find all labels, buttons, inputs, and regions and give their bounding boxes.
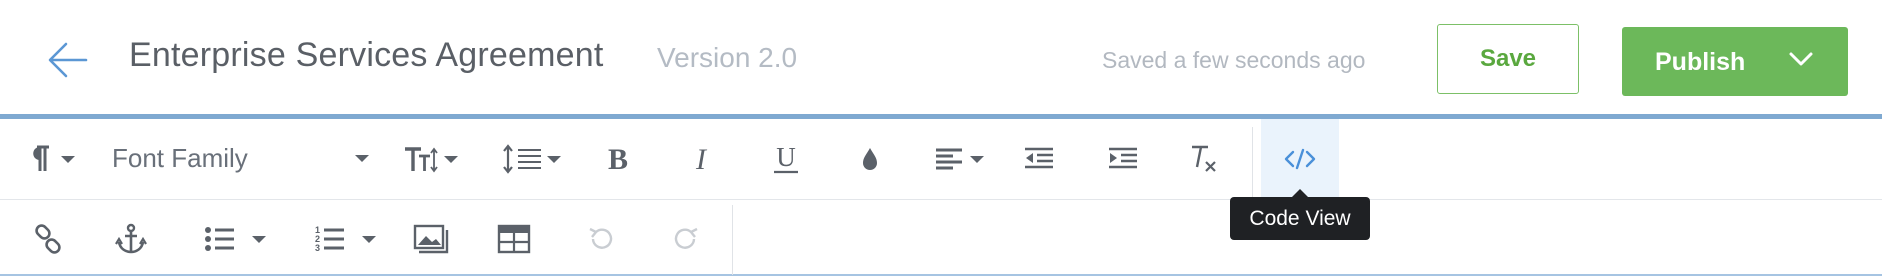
link-icon (35, 224, 61, 254)
chevron-down-icon[interactable] (1788, 49, 1814, 71)
save-button-label: Save (1479, 45, 1537, 72)
font-size-button[interactable] (400, 137, 460, 181)
chevron-down-icon (547, 155, 561, 163)
chevron-down-icon (61, 155, 75, 163)
toolbar-separator (732, 205, 733, 275)
svg-text:I: I (695, 144, 708, 174)
insert-image-button[interactable] (409, 217, 453, 261)
outdent-icon (1025, 147, 1053, 169)
arrow-left-icon (48, 42, 88, 78)
bullet-list-button[interactable] (196, 217, 274, 261)
version-label: Version 2.0 (657, 42, 798, 73)
code-view-icon (1284, 148, 1316, 170)
insert-table-button[interactable] (493, 217, 535, 261)
chevron-down-icon (970, 155, 984, 163)
paragraph-format-button[interactable] (20, 137, 82, 181)
clear-formatting-icon (1192, 145, 1216, 172)
redo-icon (674, 227, 698, 249)
font-family-label: Font Family (112, 143, 248, 173)
publish-button-label: Publish (1655, 48, 1746, 76)
link-button[interactable] (28, 217, 68, 261)
undo-button[interactable] (581, 217, 621, 261)
insert-image-icon (413, 224, 449, 254)
underline-icon: U (774, 143, 798, 174)
indent-icon (1109, 147, 1137, 169)
italic-icon: I (695, 144, 708, 174)
svg-text:B: B (608, 144, 628, 174)
toolbar-separator (1252, 127, 1253, 197)
chevron-down-icon (443, 155, 458, 163)
align-button[interactable] (928, 137, 990, 181)
svg-text:U: U (776, 143, 796, 172)
back-button[interactable] (44, 36, 92, 84)
document-title: Enterprise Services Agreement (129, 36, 604, 74)
paragraph-format-icon (33, 145, 49, 171)
numbered-list-button[interactable]: 1 2 3 (306, 217, 384, 261)
save-status: Saved a few seconds ago (1102, 47, 1366, 73)
indent-button[interactable] (1103, 137, 1143, 181)
line-height-button[interactable] (497, 137, 565, 181)
bold-button[interactable]: B (598, 137, 638, 181)
italic-button[interactable]: I (681, 137, 721, 181)
text-color-button[interactable] (850, 137, 890, 181)
publish-button[interactable]: Publish (1622, 27, 1848, 96)
undo-icon (589, 227, 613, 249)
numbered-list-icon: 1 2 3 (315, 225, 344, 253)
align-icon (936, 148, 962, 170)
chevron-down-icon (355, 155, 369, 162)
code-view-button[interactable] (1261, 119, 1339, 199)
insert-table-icon (497, 224, 531, 254)
font-size-icon (404, 147, 438, 173)
bullet-list-icon (205, 227, 234, 251)
font-family-dropdown[interactable]: Font Family (112, 135, 374, 181)
code-view-tooltip: Code View (1230, 197, 1370, 240)
outdent-button[interactable] (1019, 137, 1059, 181)
anchor-icon (115, 223, 147, 254)
underline-button[interactable]: U (766, 137, 806, 181)
toolbar-row-insert: 1 2 3 (0, 201, 1882, 279)
chevron-down-icon (362, 235, 376, 243)
svg-text:3: 3 (315, 243, 320, 253)
chevron-down-icon (252, 235, 266, 243)
anchor-button[interactable] (110, 217, 152, 261)
text-color-icon (863, 148, 877, 170)
toolbar-row-formatting: Font Family B I U (0, 119, 1882, 200)
editor-toolbar: Font Family B I U 1 2 3 (0, 114, 1882, 276)
bold-icon: B (608, 144, 628, 174)
line-height-icon (503, 144, 541, 174)
code-view-icon-wrap (1261, 137, 1339, 181)
editor-header: Enterprise Services Agreement Version 2.… (0, 0, 1882, 116)
clear-formatting-button[interactable] (1183, 137, 1225, 181)
save-button[interactable]: Save (1437, 24, 1579, 94)
redo-button[interactable] (666, 217, 706, 261)
